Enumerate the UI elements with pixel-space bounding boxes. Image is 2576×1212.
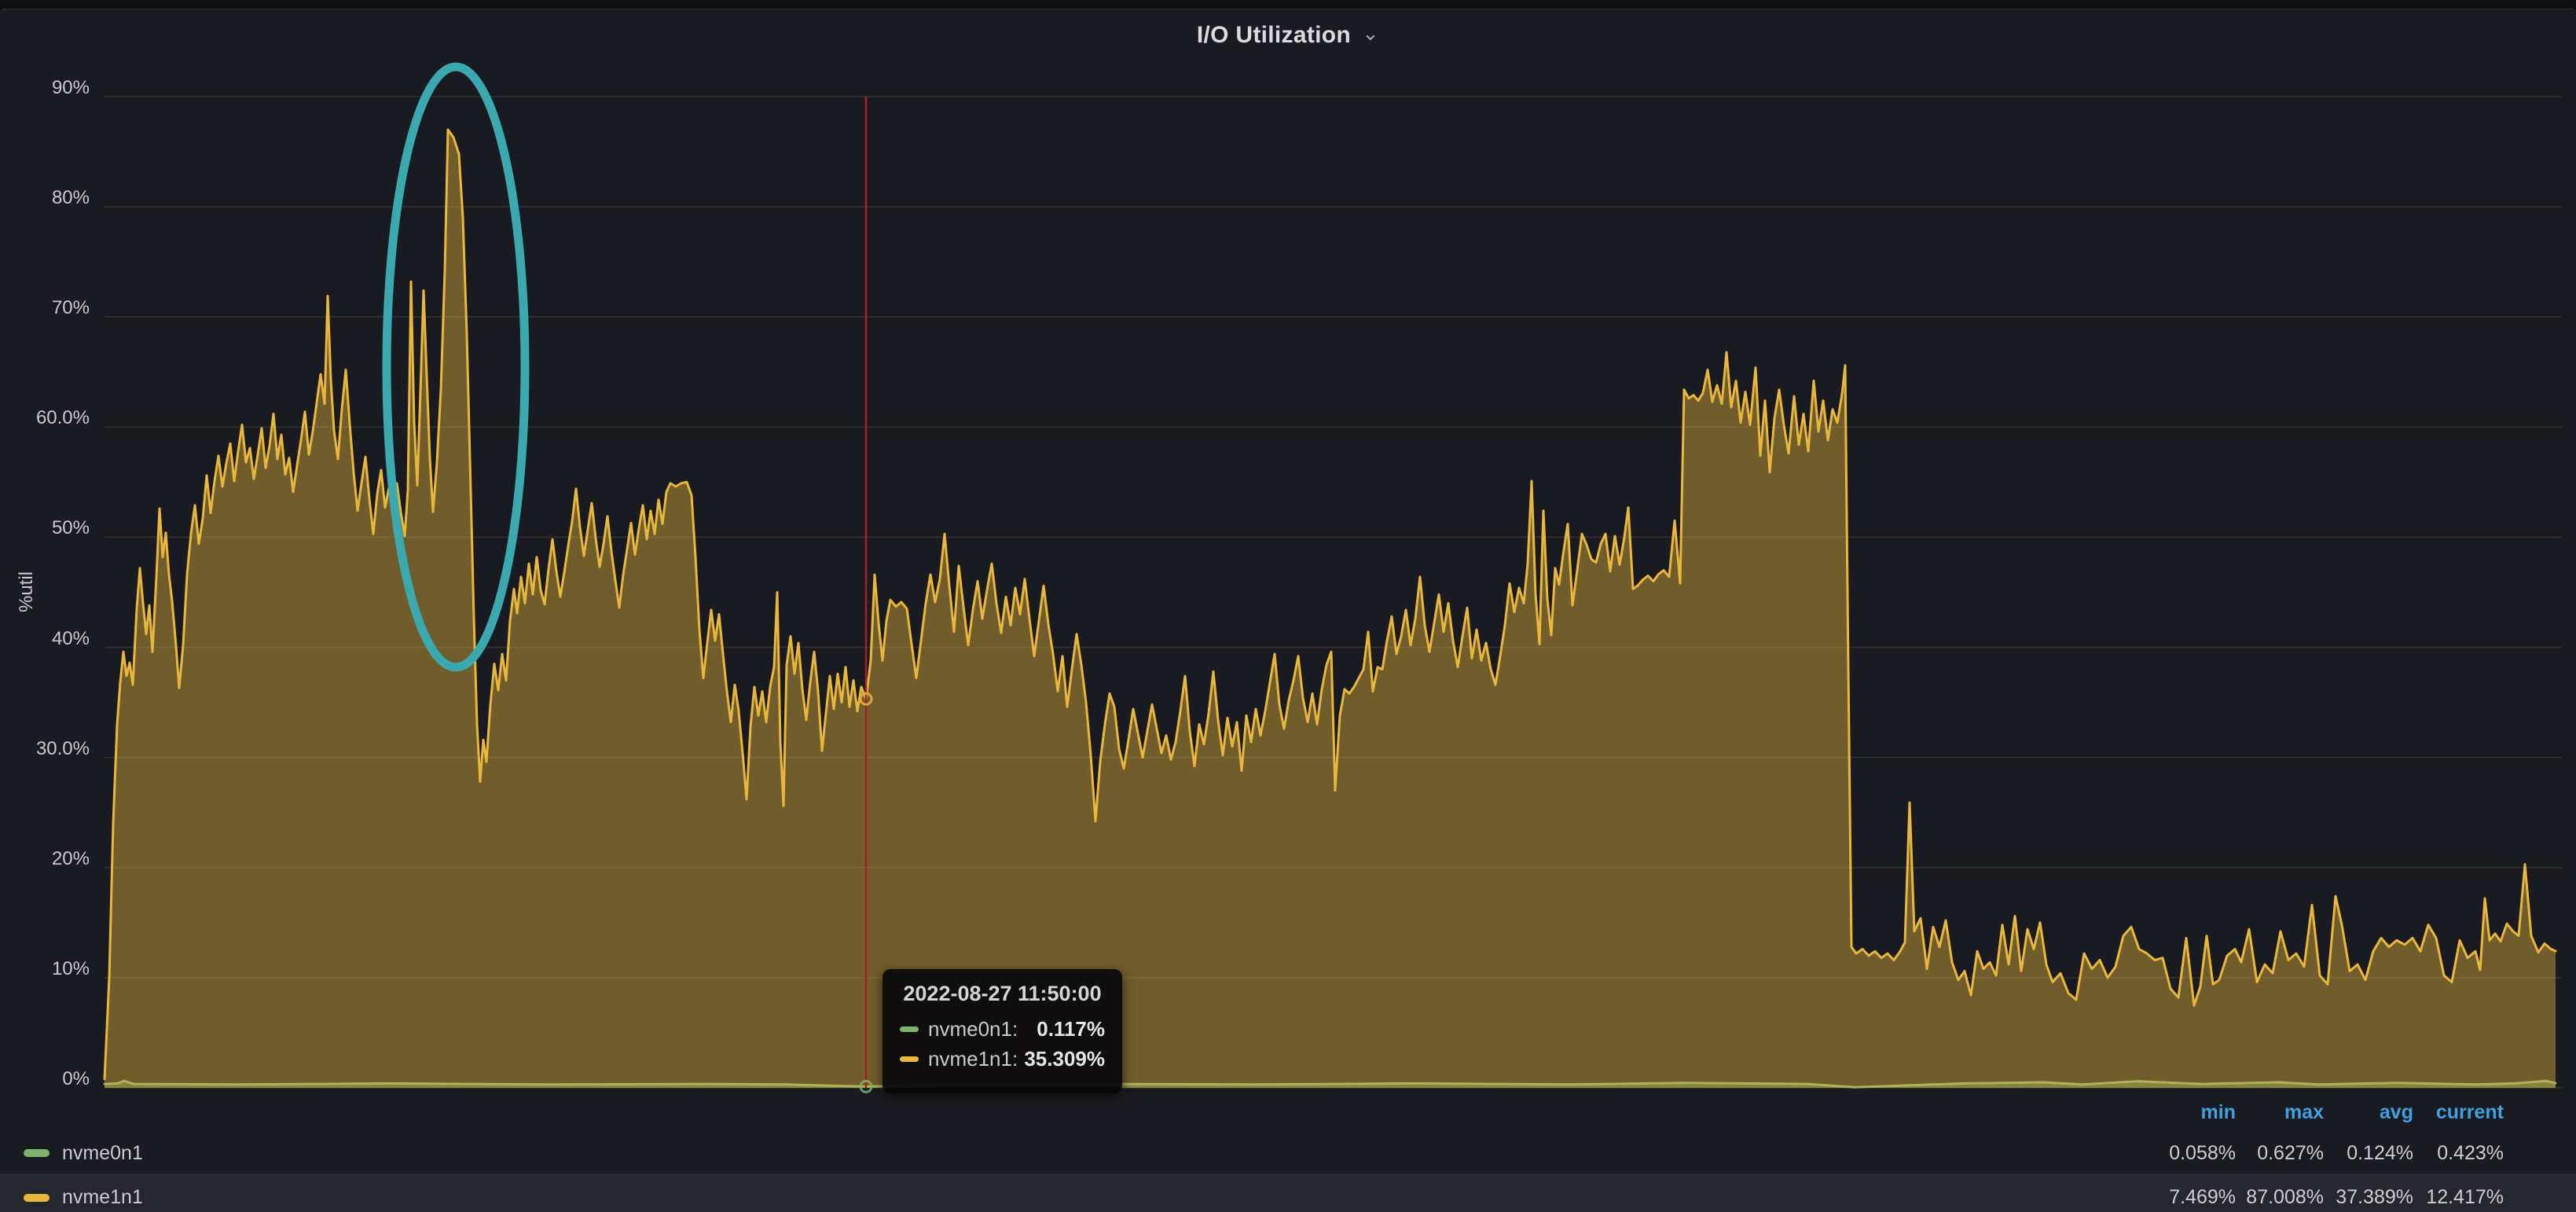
y-tick-label: 40%: [22, 628, 90, 650]
legend-series-name: nvme1n1: [62, 1186, 143, 1209]
legend-stat-min: 7.469%: [2147, 1186, 2236, 1209]
tooltip-series-name: nvme0n1:: [928, 1017, 1018, 1041]
series-swatch-icon: [900, 1027, 919, 1032]
graph-panel: I/O Utilization ⌄ %util 90% 80% 70% 60.0% 50%…: [0, 9, 2576, 1212]
tooltip: 2022-08-27 11:50:00 nvme0n1: 0.117% nvme…: [883, 969, 1122, 1093]
y-tick-label: 50%: [22, 517, 90, 539]
legend-header-avg[interactable]: avg: [2324, 1101, 2413, 1124]
y-tick-label: 70%: [22, 297, 90, 319]
legend-header-min[interactable]: min: [2147, 1101, 2236, 1124]
panel-title[interactable]: I/O Utilization ⌄: [1197, 22, 1379, 49]
y-tick-label: 30.0%: [22, 738, 90, 760]
y-tick-label: 80%: [22, 187, 90, 209]
legend-stat-avg: 37.389%: [2324, 1186, 2413, 1209]
panel-header: I/O Utilization ⌄: [0, 22, 2576, 49]
legend-stats-header: minmaxavgcurrent: [2147, 1101, 2504, 1124]
tooltip-timestamp: 2022-08-27 11:50:00: [900, 982, 1105, 1006]
tooltip-series-value: 35.309%: [1024, 1047, 1105, 1071]
legend-stat-min: 0.058%: [2147, 1142, 2236, 1165]
y-tick-label: 90%: [22, 77, 90, 99]
series-swatch-icon: [24, 1149, 50, 1157]
y-tick-label: 20%: [22, 848, 90, 870]
legend-header-max[interactable]: max: [2236, 1101, 2324, 1124]
tooltip-series-value: 0.117%: [1037, 1017, 1105, 1041]
series-swatch-icon: [900, 1056, 919, 1062]
y-tick-label: 10%: [22, 958, 90, 980]
legend-header-current[interactable]: current: [2413, 1101, 2504, 1124]
tooltip-series-name: nvme1n1:: [928, 1047, 1018, 1071]
series-swatch-icon: [24, 1194, 50, 1202]
legend: minmaxavgcurrent nvme0n1 0.058%0.627%0.12…: [0, 1096, 2576, 1212]
page: I/O Utilization ⌄ %util 90% 80% 70% 60.0% 50%…: [0, 0, 2576, 1212]
legend-series-name: nvme0n1: [62, 1142, 143, 1165]
legend-stat-max: 87.008%: [2236, 1186, 2324, 1209]
legend-series-nvme0n1[interactable]: nvme0n1: [24, 1142, 143, 1165]
legend-stat-max: 0.627%: [2236, 1142, 2324, 1165]
tooltip-row: nvme1n1: 35.309%: [900, 1044, 1105, 1074]
legend-series-nvme1n1[interactable]: nvme1n1: [24, 1186, 143, 1209]
chevron-down-icon[interactable]: ⌄: [1362, 21, 1379, 46]
tooltip-row: nvme0n1: 0.117%: [900, 1014, 1105, 1044]
legend-stat-avg: 0.124%: [2324, 1142, 2413, 1165]
y-tick-label: 60.0%: [22, 407, 90, 429]
legend-stats: 7.469%87.008%37.389%12.417%: [2147, 1173, 2504, 1212]
legend-stat-current: 12.417%: [2413, 1186, 2504, 1209]
legend-row-nvme1n1: nvme1n1 7.469%87.008%37.389%12.417%: [0, 1173, 2576, 1212]
panel-title-text: I/O Utilization: [1197, 22, 1351, 48]
legend-stats: 0.058%0.627%0.124%0.423%: [2147, 1133, 2504, 1173]
y-tick-label: 0%: [22, 1068, 90, 1090]
legend-row-nvme0n1: nvme0n1 0.058%0.627%0.124%0.423%: [0, 1133, 2576, 1173]
legend-stat-current: 0.423%: [2413, 1142, 2504, 1165]
graph-area[interactable]: [0, 1, 2576, 1212]
legend-rows: nvme0n1 0.058%0.627%0.124%0.423% nvme1n1 7.…: [0, 1133, 2576, 1212]
y-axis-label: %util: [16, 571, 38, 612]
